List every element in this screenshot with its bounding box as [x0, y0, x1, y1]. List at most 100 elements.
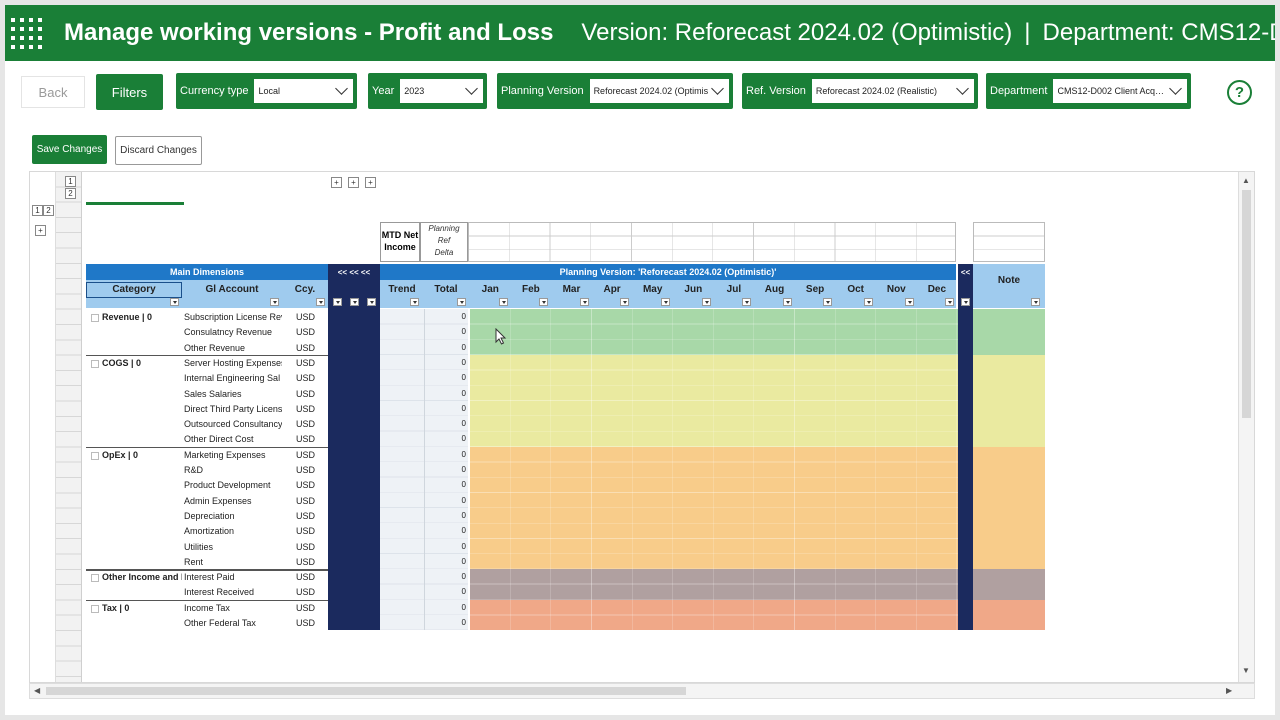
- col-level-1-button[interactable]: 1: [65, 176, 76, 187]
- total-cell[interactable]: 0: [426, 572, 466, 581]
- total-cell[interactable]: 0: [426, 526, 466, 535]
- group-checkbox[interactable]: [91, 574, 99, 583]
- expand-columns-icon[interactable]: +: [365, 177, 376, 188]
- col-level-2-button[interactable]: 2: [65, 188, 76, 199]
- month-column-header-may[interactable]: May: [632, 284, 673, 295]
- right-collapse-arrow[interactable]: <<: [958, 268, 973, 277]
- total-cell[interactable]: 0: [426, 404, 466, 413]
- value-band-0[interactable]: [470, 309, 958, 355]
- gl-account-cell[interactable]: Marketing Expenses: [184, 450, 282, 460]
- month-filter-dropdown[interactable]: [782, 298, 792, 306]
- month-column-header-jul[interactable]: Jul: [714, 284, 755, 295]
- gl-account-cell[interactable]: Income Tax: [184, 603, 282, 613]
- month-filter-dropdown[interactable]: [823, 298, 833, 306]
- month-filter-dropdown[interactable]: [945, 298, 955, 306]
- note-band-0[interactable]: [973, 309, 1045, 355]
- gl-account-cell[interactable]: Direct Third Party Licens: [184, 404, 282, 414]
- month-filter-dropdown[interactable]: [498, 298, 508, 306]
- month-column-header-oct[interactable]: Oct: [835, 284, 876, 295]
- gl-account-cell[interactable]: Product Development: [184, 480, 282, 490]
- right-filter-dropdown[interactable]: [961, 298, 970, 306]
- note-band-4[interactable]: [973, 599, 1045, 631]
- note-band-2[interactable]: [973, 446, 1045, 570]
- gl-account-cell[interactable]: Other Federal Tax: [184, 618, 282, 628]
- gl-account-cell[interactable]: Other Direct Cost: [184, 434, 282, 444]
- gl-account-cell[interactable]: Server Hosting Expenses: [184, 358, 282, 368]
- horizontal-scroll-thumb[interactable]: [46, 687, 686, 695]
- month-column-header-nov[interactable]: Nov: [876, 284, 917, 295]
- collapsed-filter-dropdown[interactable]: [350, 298, 359, 306]
- total-cell[interactable]: 0: [426, 373, 466, 382]
- month-filter-dropdown[interactable]: [620, 298, 630, 306]
- gl-account-cell[interactable]: Subscription License Rev: [184, 312, 282, 322]
- value-band-1[interactable]: [470, 354, 958, 447]
- month-column-header-dec[interactable]: Dec: [917, 284, 958, 295]
- total-cell[interactable]: 0: [426, 511, 466, 520]
- total-cell[interactable]: 0: [426, 465, 466, 474]
- total-cell[interactable]: 0: [426, 603, 466, 612]
- ccy-filter-dropdown[interactable]: [316, 298, 325, 306]
- scroll-up-icon[interactable]: ▲: [1242, 176, 1250, 185]
- category-cell[interactable]: COGS | 0: [88, 358, 182, 368]
- value-band-4[interactable]: [470, 599, 958, 631]
- total-cell[interactable]: 0: [426, 434, 466, 443]
- gl-account-cell[interactable]: Admin Expenses: [184, 496, 282, 506]
- app-launcher-icon[interactable]: [11, 13, 42, 53]
- collapsed-filter-dropdown[interactable]: [367, 298, 376, 306]
- month-filter-dropdown[interactable]: [742, 298, 752, 306]
- total-cell[interactable]: 0: [426, 496, 466, 505]
- gl-account-cell[interactable]: R&D: [184, 465, 282, 475]
- month-column-header-apr[interactable]: Apr: [592, 284, 633, 295]
- expand-columns-icon[interactable]: +: [331, 177, 342, 188]
- filters-button[interactable]: Filters: [96, 74, 163, 110]
- back-button[interactable]: Back: [21, 76, 85, 108]
- total-cell[interactable]: 0: [426, 327, 466, 336]
- month-column-header-feb[interactable]: Feb: [511, 284, 552, 295]
- expand-columns-icon[interactable]: +: [348, 177, 359, 188]
- total-filter-dropdown[interactable]: [457, 298, 466, 306]
- total-cell[interactable]: 0: [426, 587, 466, 596]
- outline-level-2-button[interactable]: 2: [43, 205, 54, 216]
- category-cell[interactable]: Revenue | 0: [88, 312, 182, 322]
- gl-account-cell[interactable]: Internal Engineering Sal: [184, 373, 282, 383]
- gl-account-cell[interactable]: Sales Salaries: [184, 389, 282, 399]
- scroll-down-icon[interactable]: ▼: [1242, 666, 1250, 675]
- group-checkbox[interactable]: [91, 314, 99, 322]
- total-cell[interactable]: 0: [426, 312, 466, 321]
- month-filter-dropdown[interactable]: [579, 298, 589, 306]
- ref-version-select[interactable]: Reforecast 2024.02 (Realistic): [811, 79, 974, 103]
- category-cell[interactable]: Other Income and E: [88, 572, 182, 582]
- ccy-column-header[interactable]: Ccy.: [282, 284, 328, 295]
- month-filter-dropdown[interactable]: [661, 298, 670, 306]
- month-filter-dropdown[interactable]: [701, 298, 711, 306]
- gl-account-cell[interactable]: Outsourced Consultancy: [184, 419, 282, 429]
- total-cell[interactable]: 0: [426, 358, 466, 367]
- gl-account-column-header[interactable]: Gl Account: [182, 284, 282, 295]
- month-column-header-jun[interactable]: Jun: [673, 284, 714, 295]
- month-column-header-sep[interactable]: Sep: [795, 284, 836, 295]
- group-checkbox[interactable]: [91, 451, 99, 460]
- category-cell[interactable]: Tax | 0: [88, 603, 182, 613]
- total-cell[interactable]: 0: [426, 557, 466, 566]
- gl-account-cell[interactable]: Interest Received: [184, 587, 282, 597]
- trend-column-header[interactable]: Trend: [380, 284, 424, 295]
- month-filter-dropdown[interactable]: [539, 298, 549, 306]
- help-icon[interactable]: ?: [1227, 80, 1252, 105]
- gl-account-cell[interactable]: Other Revenue: [184, 343, 282, 353]
- gl-account-cell[interactable]: Depreciation: [184, 511, 282, 521]
- gl-account-cell[interactable]: Interest Paid: [184, 572, 282, 582]
- group-checkbox[interactable]: [91, 359, 99, 368]
- gl-account-cell[interactable]: Amortization: [184, 526, 282, 536]
- value-band-3[interactable]: [470, 569, 958, 600]
- total-cell[interactable]: 0: [426, 450, 466, 459]
- outline-level-1-button[interactable]: 1: [32, 205, 43, 216]
- collapsed-filter-dropdown[interactable]: [333, 298, 342, 306]
- planning-version-select[interactable]: Reforecast 2024.02 (Optimis…: [589, 79, 729, 103]
- total-column-header[interactable]: Total: [424, 284, 468, 295]
- vertical-scrollbar[interactable]: ▲ ▼: [1238, 172, 1254, 682]
- gl-account-cell[interactable]: Utilities: [184, 542, 282, 552]
- department-select[interactable]: CMS12-D002 Client Acq…: [1053, 79, 1187, 103]
- year-select[interactable]: 2023: [400, 79, 483, 103]
- currency-select[interactable]: Local: [254, 79, 353, 103]
- month-filter-dropdown[interactable]: [904, 298, 914, 306]
